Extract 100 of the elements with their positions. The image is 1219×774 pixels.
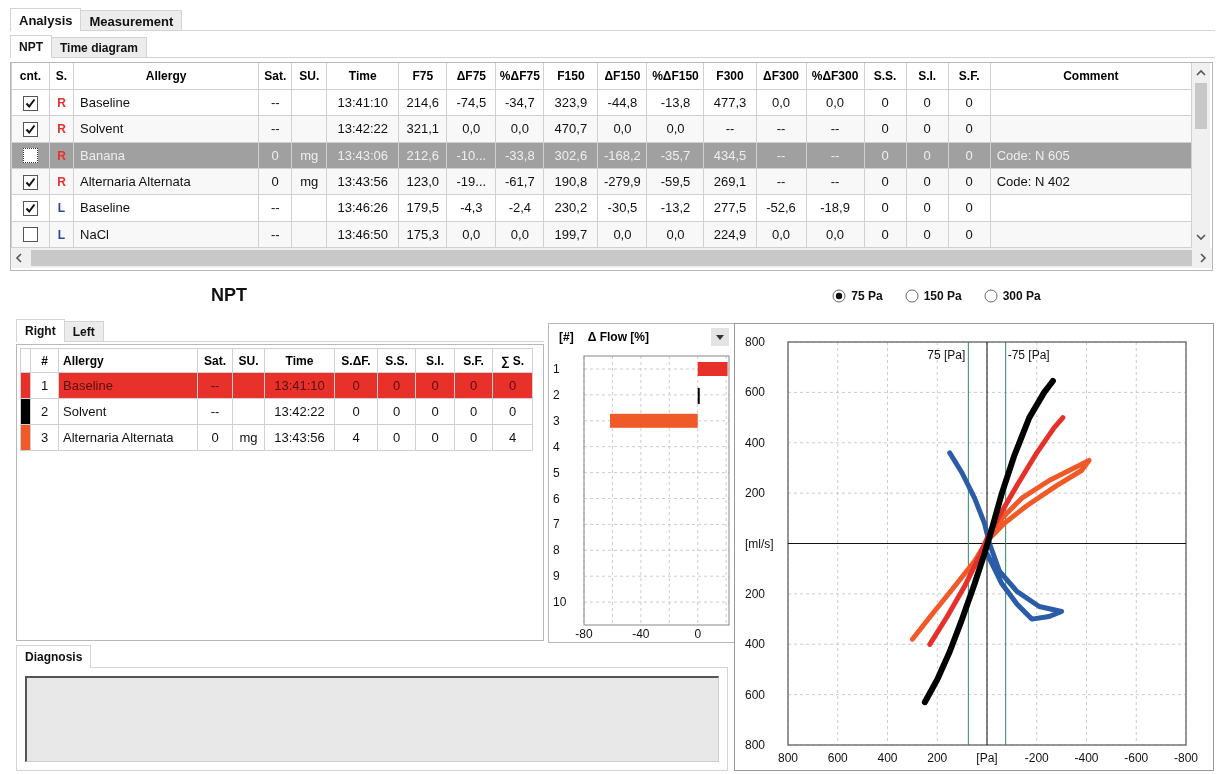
- column-header: ∑ S.: [492, 348, 533, 373]
- table-cell: -168,2: [597, 142, 647, 169]
- table-cell: --: [258, 221, 292, 248]
- radio-icon[interactable]: [904, 289, 919, 303]
- tab[interactable]: NPT: [10, 35, 52, 58]
- table-cell: 199,7: [543, 221, 598, 248]
- table-row[interactable]: L NaCl -- 13:46:50 175,3 0,0 0,0 199,7 0,0 0,0 224,9 0,0 0,0 0 0 0: [11, 221, 1192, 248]
- radio-button[interactable]: 150 Pa: [904, 289, 962, 303]
- table-cell: mg: [291, 142, 327, 169]
- table-cell: 0: [864, 168, 907, 195]
- column-header: Allergy: [73, 63, 259, 90]
- column-header: SU.: [291, 63, 327, 90]
- table-cell: 230,2: [543, 194, 598, 222]
- table-cell: 0: [864, 221, 907, 248]
- dropdown-value[interactable]: Δ Flow [%]: [587, 330, 649, 344]
- table-cell: 190,8: [543, 168, 598, 195]
- radio-icon[interactable]: [832, 289, 847, 303]
- axis-tick-label: -40: [632, 627, 650, 640]
- table-cell: 0: [864, 89, 907, 116]
- section-title: NPT: [211, 285, 247, 305]
- table-cell: 477,3: [704, 89, 756, 116]
- table-cell: 434,5: [704, 142, 756, 169]
- table-cell: 0: [454, 424, 493, 451]
- tab[interactable]: Time diagram: [51, 37, 147, 57]
- table-cell: 0: [864, 142, 907, 169]
- table-cell: 13:42:22: [326, 115, 399, 143]
- tab[interactable]: Diagnosis: [16, 645, 92, 668]
- tab[interactable]: Right: [16, 319, 65, 342]
- checkbox[interactable]: [23, 174, 38, 190]
- table-cell: Solvent: [73, 115, 259, 143]
- table-cell: --: [258, 89, 292, 116]
- table-cell: 0: [415, 424, 455, 451]
- table-cell: 0,0: [806, 89, 865, 116]
- column-header: Sat.: [197, 348, 233, 373]
- table-cell: -279,9: [597, 168, 647, 195]
- axis-tick-label: 200: [745, 486, 766, 501]
- category-label: 1: [553, 362, 560, 376]
- table-row[interactable]: R Baseline -- 13:41:10 214,6 -74,5 -34,7 323,9 -44,8 -13,8 477,3 0,0 0,0 0 0 0: [11, 89, 1192, 116]
- axis-tick-label: 200: [927, 751, 948, 765]
- column-header: Allergy: [58, 348, 198, 373]
- category-label: 5: [553, 465, 560, 480]
- column-header: Sat.: [258, 63, 292, 90]
- column-header: F300: [704, 63, 756, 90]
- table-cell: --: [756, 115, 807, 143]
- table-cell: 4: [334, 424, 378, 451]
- table-row[interactable]: R Solvent -- 13:42:22 321,1 0,0 0,0 470,7 0,0 0,0 -- -- -- 0 0 0: [11, 115, 1192, 143]
- column-header: %ΔF150: [646, 63, 704, 90]
- table-cell: 0,0: [446, 115, 496, 143]
- table-cell: 1: [30, 372, 59, 399]
- table-cell: 0: [906, 89, 949, 116]
- table-cell: 0: [948, 221, 991, 248]
- table-cell: mg: [291, 168, 327, 195]
- axis-tick-label: 800: [778, 751, 798, 765]
- column-header: S.S.: [377, 348, 416, 373]
- column-header: [#]: [559, 330, 574, 344]
- table-cell: 0: [415, 398, 455, 425]
- radio-button[interactable]: 300 Pa: [983, 289, 1041, 303]
- axis-tick-label: 600: [745, 385, 766, 400]
- axis-tick-label: 0: [694, 627, 702, 640]
- table-cell: Banana: [73, 142, 259, 169]
- reference-label: -75 [Pa]: [1007, 348, 1050, 362]
- side-label: R: [57, 96, 66, 110]
- table-cell: 13:41:10: [326, 89, 399, 116]
- scrollbar-thumb[interactable]: [31, 250, 1192, 266]
- checkbox[interactable]: [23, 95, 38, 111]
- tab[interactable]: Measurement: [80, 10, 183, 30]
- radio-button[interactable]: 75 Pa: [832, 289, 883, 303]
- table-cell: 470,7: [543, 115, 598, 143]
- category-label: 10: [553, 595, 567, 610]
- table-cell: 0,0: [597, 221, 647, 248]
- table-cell: 123,0: [398, 168, 447, 195]
- scrollbar-thumb[interactable]: [1195, 83, 1207, 129]
- table-cell: -33,8: [495, 142, 544, 169]
- table-cell: -13,2: [646, 194, 704, 222]
- side-label: R: [57, 122, 66, 137]
- table-cell: 0: [948, 115, 991, 143]
- checkbox[interactable]: [23, 148, 38, 164]
- table-cell: 0,0: [756, 89, 807, 116]
- table-cell: --: [197, 398, 233, 425]
- table-cell: 0: [492, 398, 533, 425]
- tab[interactable]: Left: [63, 321, 104, 341]
- caret-icon: [716, 334, 724, 340]
- category-label: 7: [553, 517, 560, 532]
- table-row[interactable]: R Alternaria Alternata 0 mg 13:43:56 123,0 -19... -61,7 190,8 -279,9 -59,5 269,1 -- -- 0 0 0 Code: N 402: [11, 168, 1192, 195]
- dropdown-button[interactable]: [711, 328, 729, 346]
- column-header: ΔF75: [446, 63, 496, 90]
- checkbox[interactable]: [23, 200, 38, 216]
- table-cell: -2,4: [495, 194, 544, 222]
- table-cell: 0,0: [646, 221, 704, 248]
- checkbox[interactable]: [23, 227, 38, 243]
- checkbox[interactable]: [23, 121, 38, 137]
- diagnosis-field[interactable]: [25, 676, 719, 762]
- table-cell: 13:43:56: [326, 168, 399, 195]
- axis-tick-label: 600: [745, 687, 766, 702]
- table-row[interactable]: L Baseline -- 13:46:26 179,5 -4,3 -2,4 230,2 -30,5 -13,2 277,5 -52,6 -18,9 0 0 0: [11, 194, 1192, 222]
- radio-icon[interactable]: [983, 289, 998, 303]
- column-header: S.I.: [906, 63, 949, 90]
- table-cell: 0: [948, 142, 991, 169]
- tab[interactable]: Analysis: [10, 8, 82, 31]
- axis-tick-label: -600: [1124, 751, 1149, 765]
